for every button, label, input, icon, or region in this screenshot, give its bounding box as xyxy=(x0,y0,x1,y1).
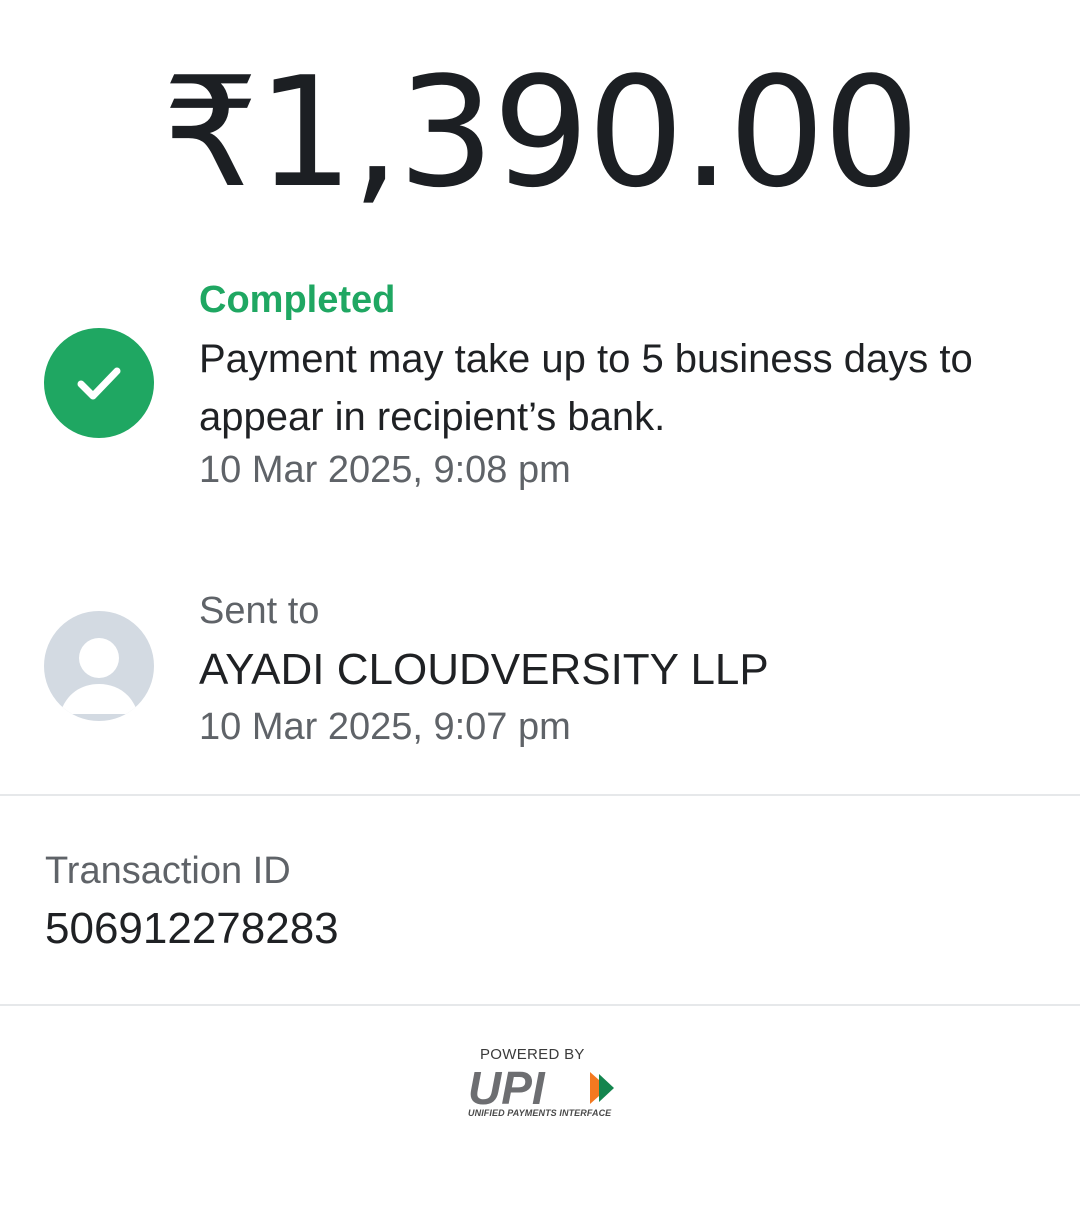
divider xyxy=(0,1004,1080,1006)
avatar-placeholder-icon xyxy=(44,611,154,721)
recipient-name: AYADI CLOUDVERSITY LLP xyxy=(199,645,769,694)
divider xyxy=(0,794,1080,796)
upi-subtitle: UNIFIED PAYMENTS INTERFACE xyxy=(468,1108,612,1118)
transaction-id-label: Transaction ID xyxy=(45,850,291,892)
transaction-id-value: 506912278283 xyxy=(45,904,339,953)
status-message: Payment may take up to 5 business days t… xyxy=(199,337,973,439)
sent-to-label: Sent to xyxy=(199,590,320,632)
status-label: Completed xyxy=(199,279,396,321)
payment-amount: ₹1,390.00 xyxy=(162,44,920,221)
upi-brand-text: UPI xyxy=(468,1066,546,1108)
upi-logo: POWERED BY UPI UNIFIED PAYMENTS INTERFAC… xyxy=(458,1044,618,1124)
sent-timestamp: 10 Mar 2025, 9:07 pm xyxy=(199,706,571,748)
check-circle-icon xyxy=(44,328,154,438)
powered-by-label: POWERED BY xyxy=(480,1046,585,1063)
upi-brand-icon: UPI xyxy=(468,1066,614,1108)
status-timestamp: 10 Mar 2025, 9:08 pm xyxy=(199,449,571,491)
